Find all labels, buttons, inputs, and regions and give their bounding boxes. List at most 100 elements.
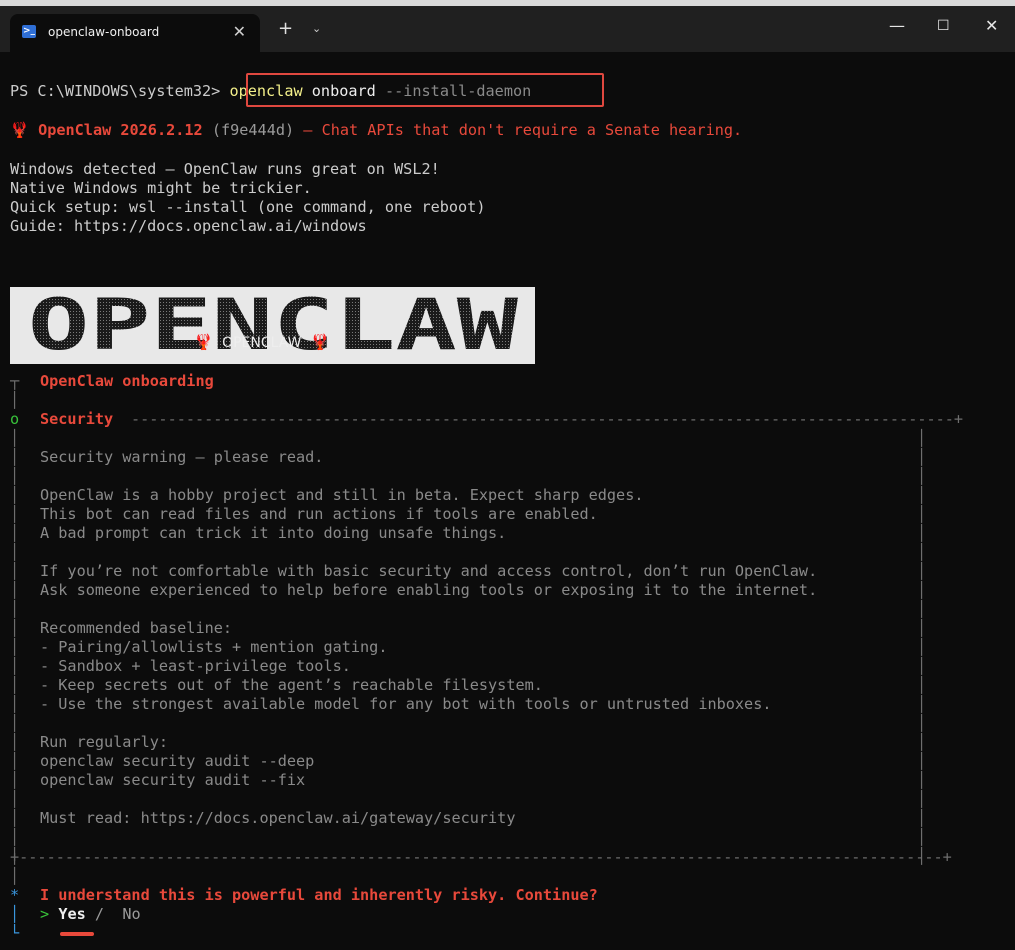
- box-left-border: │: [10, 486, 20, 504]
- security-line: - Keep secrets out of the agent’s reacha…: [40, 676, 543, 694]
- box-right-border: │: [917, 809, 927, 827]
- security-line: OpenClaw is a hobby project and still in…: [40, 486, 644, 504]
- security-line: Must read: https://docs.openclaw.ai/gate…: [40, 809, 516, 827]
- security-line: This bot can read files and run actions …: [40, 505, 598, 523]
- lobster-icon: 🦞: [310, 333, 330, 351]
- windows-line-4: Guide: https://docs.openclaw.ai/windows: [10, 217, 367, 235]
- lobster-icon: 🦞: [194, 333, 213, 351]
- banner-name: OpenClaw 2026.2.12: [38, 121, 203, 139]
- confirm-options: > Yes / No: [40, 905, 141, 924]
- question-icon: *: [10, 886, 20, 904]
- yes-underline-annotation: [60, 932, 94, 936]
- security-line: openclaw security audit --deep: [40, 752, 315, 770]
- lobster-icon: 🦞: [10, 121, 29, 139]
- box-right-border: │: [917, 790, 927, 808]
- security-title: Security: [40, 410, 114, 428]
- option-separator: /: [94, 905, 105, 923]
- tree-pipe: │: [10, 391, 20, 409]
- box-right-border: │: [917, 562, 927, 580]
- chevron-down-icon[interactable]: ⌄: [312, 22, 321, 35]
- box-left-border: │: [10, 657, 20, 675]
- box-left-border: │: [10, 467, 20, 485]
- box-left-border: │: [10, 619, 20, 637]
- banner-tagline: – Chat APIs that don't require a Senate …: [303, 121, 743, 139]
- box-left-border: │: [10, 714, 20, 732]
- box-left-border: │: [10, 771, 20, 789]
- tree-end: └: [10, 924, 20, 942]
- logo-caption-text: OPENCLAW: [222, 335, 302, 351]
- maximize-button[interactable]: ☐: [937, 18, 950, 34]
- windows-line-3: Quick setup: wsl --install (one command,…: [10, 198, 486, 216]
- box-right-border: │: [917, 486, 927, 504]
- box-right-border: │: [917, 581, 927, 599]
- tree-pipe: │: [10, 905, 20, 923]
- box-left-border: │: [10, 505, 20, 523]
- onboarding-title: OpenClaw onboarding: [40, 372, 214, 390]
- security-line: openclaw security audit --fix: [40, 771, 306, 789]
- box-left-border: │: [10, 600, 20, 618]
- tree-pipe: │: [10, 867, 20, 885]
- box-left-border: │: [10, 695, 20, 713]
- box-right-border: │: [917, 638, 927, 656]
- step-active-icon: o: [10, 410, 20, 428]
- prompt: PS C:\WINDOWS\system32>: [10, 82, 221, 100]
- box-left-border: │: [10, 429, 20, 447]
- new-tab-button[interactable]: +: [278, 18, 293, 39]
- box-left-border: │: [10, 581, 20, 599]
- box-left-border: │: [10, 562, 20, 580]
- version-banner: 🦞 OpenClaw 2026.2.12 (f9e444d) – Chat AP…: [10, 121, 742, 140]
- security-line: - Pairing/allowlists + mention gating.: [40, 638, 388, 656]
- title-bar: >_ openclaw-onboard ✕ + ⌄ — ☐ ✕: [0, 6, 1015, 52]
- security-line: - Sandbox + least-privilege tools.: [40, 657, 351, 675]
- box-left-border: │: [10, 828, 20, 846]
- security-line: A bad prompt can trick it into doing uns…: [40, 524, 507, 542]
- windows-line-1: Windows detected – OpenClaw runs great o…: [10, 160, 440, 178]
- box-right-border: │: [917, 828, 927, 846]
- banner-hash: (f9e444d): [211, 121, 295, 139]
- windows-line-2: Native Windows might be trickier.: [10, 179, 312, 197]
- tab-close-icon[interactable]: ✕: [233, 22, 246, 41]
- command-highlight-box: [246, 73, 604, 107]
- box-right-border: │: [917, 429, 927, 447]
- box-top-border: ----------------------------------------…: [131, 410, 964, 428]
- cursor-icon: >: [40, 905, 50, 923]
- box-left-border: │: [10, 733, 20, 751]
- box-bottom-border: +---------------------------------------…: [10, 848, 952, 866]
- option-no[interactable]: No: [122, 905, 140, 923]
- box-right-border: │: [917, 695, 927, 713]
- box-left-border: │: [10, 524, 20, 542]
- box-right-border: │: [917, 676, 927, 694]
- box-right-border: │: [917, 524, 927, 542]
- security-line: Security warning – please read.: [40, 448, 324, 466]
- box-left-border: │: [10, 638, 20, 656]
- box-left-border: │: [10, 676, 20, 694]
- box-right-border: │: [917, 752, 927, 770]
- powershell-icon: >_: [22, 25, 36, 38]
- security-line: - Use the strongest available model for …: [40, 695, 772, 713]
- security-line: If you’re not comfortable with basic sec…: [40, 562, 818, 580]
- box-right-border: │: [917, 505, 927, 523]
- box-left-border: │: [10, 543, 20, 561]
- security-line: Ask someone experienced to help before e…: [40, 581, 818, 599]
- minimize-button[interactable]: —: [889, 16, 905, 35]
- terminal-output[interactable]: PS C:\WINDOWS\system32> openclaw onboard…: [0, 52, 1015, 950]
- terminal-window: >_ openclaw-onboard ✕ + ⌄ — ☐ ✕ PS C:\WI…: [0, 6, 1015, 950]
- box-right-border: │: [917, 733, 927, 751]
- option-yes[interactable]: Yes: [58, 905, 85, 923]
- security-line: Recommended baseline:: [40, 619, 233, 637]
- security-line: Run regularly:: [40, 733, 169, 751]
- tab-openclaw-onboard[interactable]: >_ openclaw-onboard ✕: [10, 14, 260, 52]
- box-right-border: │: [917, 619, 927, 637]
- box-right-border: │: [917, 543, 927, 561]
- box-right-border: │: [917, 771, 927, 789]
- box-left-border: │: [10, 752, 20, 770]
- logo-caption: 🦞 OPENCLAW 🦞: [194, 333, 330, 353]
- tree-top-icon: ┬: [10, 372, 20, 390]
- box-right-border: │: [917, 657, 927, 675]
- box-left-border: │: [10, 448, 20, 466]
- tab-title: openclaw-onboard: [48, 25, 160, 39]
- confirm-question: I understand this is powerful and inhere…: [40, 886, 598, 904]
- box-right-border: │: [917, 448, 927, 466]
- close-window-button[interactable]: ✕: [985, 16, 998, 35]
- box-right-border: │: [917, 714, 927, 732]
